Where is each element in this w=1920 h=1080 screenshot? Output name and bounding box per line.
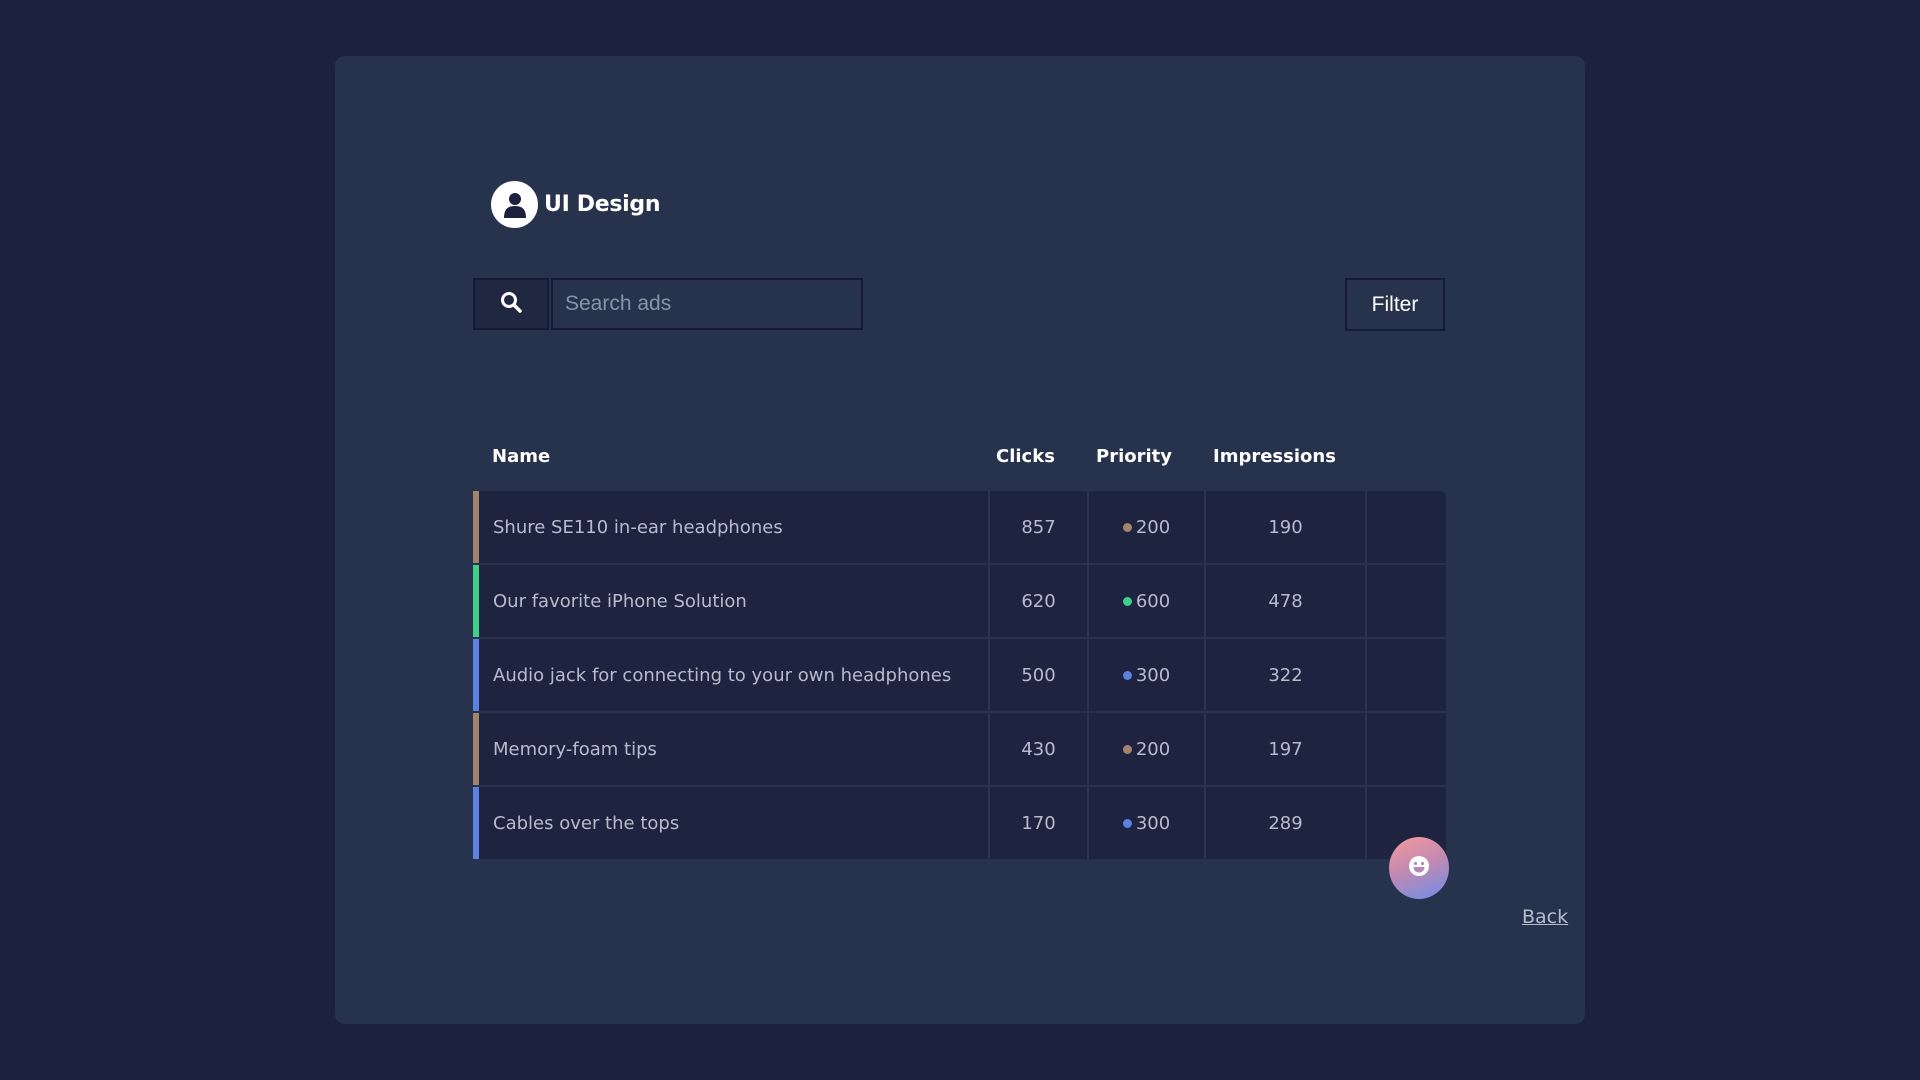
table-row[interactable]: Shure SE110 in-ear headphones 857 200 19… (473, 491, 1446, 563)
row-name: Cables over the tops (493, 812, 680, 834)
table-row[interactable]: Audio jack for connecting to your own he… (473, 639, 1446, 711)
page-title: UI Design (544, 192, 661, 217)
row-actions (1367, 565, 1446, 637)
row-actions (1367, 713, 1446, 785)
search-icon (500, 291, 522, 318)
row-actions (1367, 639, 1446, 711)
chat-button[interactable] (1389, 837, 1449, 899)
header-clicks: Clicks (996, 446, 1055, 467)
row-impressions: 322 (1268, 664, 1303, 686)
header-priority: Priority (1096, 446, 1172, 467)
priority-dot (1122, 596, 1132, 606)
search-input[interactable] (551, 278, 863, 330)
row-clicks: 857 (1021, 516, 1056, 538)
priority-dot (1122, 670, 1132, 680)
search-button[interactable] (473, 278, 549, 330)
row-clicks: 170 (1021, 812, 1056, 834)
priority-dot (1122, 818, 1132, 828)
row-clicks: 430 (1021, 738, 1056, 760)
header-impressions: Impressions (1213, 446, 1336, 467)
priority-dot (1122, 522, 1132, 532)
row-name: Memory-foam tips (493, 738, 657, 760)
table-row[interactable]: Cables over the tops 170 300 289 (473, 787, 1446, 859)
row-priority: 200 (1135, 738, 1171, 760)
user-icon (491, 181, 538, 228)
row-impressions: 478 (1268, 590, 1303, 612)
row-priority: 300 (1135, 664, 1171, 686)
row-name: Our favorite iPhone Solution (493, 590, 747, 612)
row-priority: 600 (1135, 590, 1171, 612)
row-priority: 200 (1135, 516, 1171, 538)
header-name: Name (492, 446, 551, 467)
back-link[interactable]: Back (1522, 906, 1568, 928)
row-clicks: 500 (1021, 664, 1056, 686)
main-card: UI Design Filter Name Clicks Priority Im… (335, 56, 1585, 1024)
row-impressions: 190 (1268, 516, 1303, 538)
row-actions (1367, 491, 1446, 563)
row-name: Audio jack for connecting to your own he… (493, 664, 952, 686)
table-header: Name Clicks Priority Impressions (473, 446, 1446, 476)
row-impressions: 197 (1268, 738, 1303, 760)
table-row[interactable]: Our favorite iPhone Solution 620 600 478 (473, 565, 1446, 637)
row-priority: 300 (1135, 812, 1171, 834)
row-name: Shure SE110 in-ear headphones (493, 516, 783, 538)
smiley-icon (1408, 855, 1430, 882)
search-bar (473, 278, 863, 330)
brand: UI Design (491, 181, 661, 228)
priority-dot (1122, 744, 1132, 754)
row-clicks: 620 (1021, 590, 1056, 612)
filter-button[interactable]: Filter (1345, 278, 1445, 331)
ads-table: Shure SE110 in-ear headphones 857 200 19… (473, 491, 1446, 861)
table-row[interactable]: Memory-foam tips 430 200 197 (473, 713, 1446, 785)
row-impressions: 289 (1268, 812, 1303, 834)
